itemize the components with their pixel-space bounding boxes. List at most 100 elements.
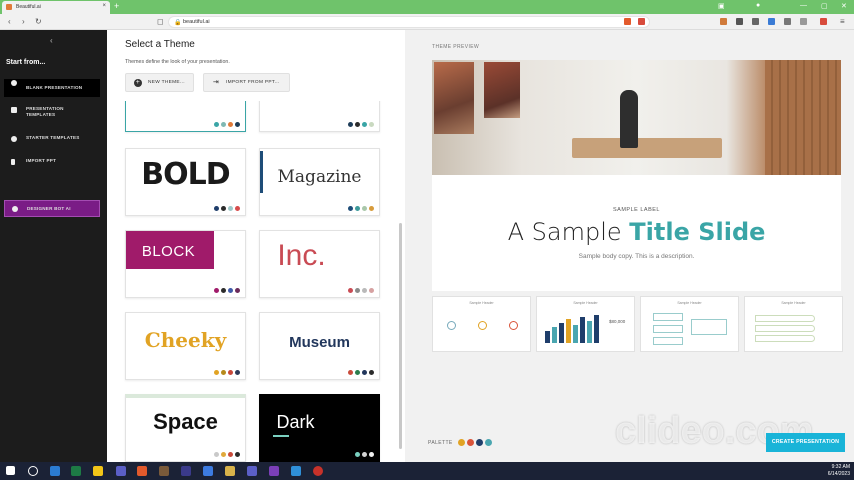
theme-card-partial-left[interactable] — [125, 101, 246, 132]
color-swatch — [228, 288, 233, 293]
color-swatch — [235, 122, 240, 127]
color-swatch — [214, 288, 219, 293]
minimize-icon[interactable]: — — [800, 2, 807, 9]
app-icon-3[interactable] — [247, 466, 257, 476]
preview-slide: Sample Label A Sample Title Slide Sample… — [432, 60, 841, 291]
app-icon-2[interactable] — [181, 466, 191, 476]
edge-icon[interactable] — [203, 466, 213, 476]
theme-color-dots — [214, 288, 240, 293]
slide-hero-photo — [432, 60, 841, 175]
palette-swatches[interactable] — [458, 439, 492, 446]
extension-icon-2[interactable] — [736, 18, 743, 25]
address-bar[interactable]: 🔒 beautiful.ai — [168, 16, 650, 28]
import-from-ppt-button[interactable]: ⇥ Import from PPT... — [203, 73, 290, 92]
theme-card-dark[interactable]: Dark — [259, 394, 380, 462]
accent-line — [273, 435, 289, 437]
sidebar-item-blank-presentation[interactable]: Blank Presentation — [4, 79, 100, 97]
lock-icon: 🔒 — [174, 20, 182, 26]
extension-icon-3[interactable] — [752, 18, 759, 25]
theme-card-partial-right[interactable] — [259, 101, 380, 132]
theme-name: Museum — [289, 334, 350, 351]
extension-icon-5[interactable] — [784, 18, 791, 25]
sidebar-item-starter-templates[interactable]: Starter Templates — [4, 135, 100, 142]
color-swatch — [362, 452, 367, 457]
folder-icon[interactable] — [225, 466, 235, 476]
color-swatch — [485, 439, 492, 446]
theme-list[interactable]: BOLD Magazine BLOCK Inc. Cheeky Museum S… — [107, 101, 399, 462]
brave-shield-icon[interactable] — [624, 18, 631, 25]
create-presentation-button[interactable]: Create Presentation — [766, 433, 845, 452]
browser-tab-bar: Beautiful.ai × + ▣ ● — ▢ ✕ — [0, 0, 854, 14]
theme-list-scrollbar[interactable] — [399, 223, 402, 449]
theme-card-museum[interactable]: Museum — [259, 312, 380, 380]
theme-card-block[interactable]: BLOCK — [125, 230, 246, 298]
tab-close-icon[interactable]: × — [102, 3, 106, 9]
browser-tab[interactable]: Beautiful.ai × — [2, 1, 110, 14]
menu-icon[interactable]: ≡ — [840, 17, 845, 26]
theme-card-space[interactable]: Space — [125, 394, 246, 462]
theme-card-cheeky[interactable]: Cheeky — [125, 312, 246, 380]
reload-icon[interactable]: ↻ — [35, 17, 42, 26]
visual-studio-icon[interactable] — [269, 466, 279, 476]
import-from-ppt-label: Import from PPT... — [226, 80, 280, 85]
sidebar-item-presentation-templates[interactable]: Presentation Templates — [4, 106, 100, 118]
sidebar-item-import-ppt[interactable]: Import PPT — [4, 158, 100, 165]
record-icon[interactable] — [313, 466, 323, 476]
file-explorer-icon[interactable] — [93, 466, 103, 476]
color-swatch — [228, 370, 233, 375]
rewards-icon[interactable] — [638, 18, 645, 25]
extension-icon-4[interactable] — [768, 18, 775, 25]
color-swatch — [362, 370, 367, 375]
slide-title-plain: A Sample — [507, 218, 622, 246]
color-swatch — [355, 206, 360, 211]
excel-icon[interactable] — [71, 466, 81, 476]
color-swatch — [355, 370, 360, 375]
forward-icon[interactable]: › — [22, 17, 25, 26]
robot-icon — [12, 206, 18, 212]
back-icon[interactable]: ‹ — [8, 17, 11, 26]
sidebar-item-designer-bot[interactable]: Designer Bot AI — [4, 200, 100, 217]
plus-icon: + — [134, 79, 142, 87]
color-swatch — [221, 206, 226, 211]
start-from-heading: Start from... — [6, 59, 46, 66]
new-tab-button[interactable]: + — [114, 1, 119, 11]
color-swatch — [362, 288, 367, 293]
extension-icon-6[interactable] — [800, 18, 807, 25]
theme-card-bold[interactable]: BOLD — [125, 148, 246, 216]
color-swatch — [214, 452, 219, 457]
system-clock[interactable]: 9:32 AM 6/14/2023 — [828, 464, 850, 478]
start-icon[interactable] — [6, 466, 15, 475]
browser-tools-icon[interactable]: ▣ — [718, 2, 725, 10]
collapse-sidebar-icon[interactable]: ‹ — [50, 36, 53, 45]
color-swatch — [235, 452, 240, 457]
wallet-icon[interactable] — [820, 18, 827, 25]
palette-label: Palette — [428, 440, 453, 446]
extension-icon[interactable] — [720, 18, 727, 25]
theme-color-dots — [355, 452, 374, 457]
color-swatch — [369, 288, 374, 293]
close-window-icon[interactable]: ✕ — [841, 2, 847, 10]
theme-color-dots — [348, 288, 374, 293]
color-swatch — [221, 288, 226, 293]
app-icon-4[interactable] — [291, 466, 301, 476]
outlook-icon[interactable] — [50, 466, 60, 476]
maximize-icon[interactable]: ▢ — [821, 2, 828, 10]
theme-card-magazine[interactable]: Magazine — [259, 148, 380, 216]
brave-icon[interactable] — [137, 466, 147, 476]
app-icon[interactable] — [159, 466, 169, 476]
palette-icon — [11, 80, 17, 86]
theme-card-inc[interactable]: Inc. — [259, 230, 380, 298]
page-subtitle: Themes define the look of your presentat… — [125, 59, 230, 65]
bookmark-icon[interactable]: ◻ — [157, 17, 164, 26]
profile-icon[interactable]: ● — [756, 2, 760, 9]
color-swatch — [214, 370, 219, 375]
theme-name: Inc. — [277, 239, 326, 272]
teams-icon[interactable] — [116, 466, 126, 476]
theme-color-dots — [214, 452, 240, 457]
new-theme-button[interactable]: + New Theme... — [125, 73, 194, 92]
color-swatch — [228, 206, 233, 211]
theme-color-dots — [214, 370, 240, 375]
color-swatch — [348, 370, 353, 375]
search-icon[interactable] — [28, 466, 38, 476]
theme-preview-area: Theme Preview Sample Label A Sample Titl… — [405, 30, 854, 462]
